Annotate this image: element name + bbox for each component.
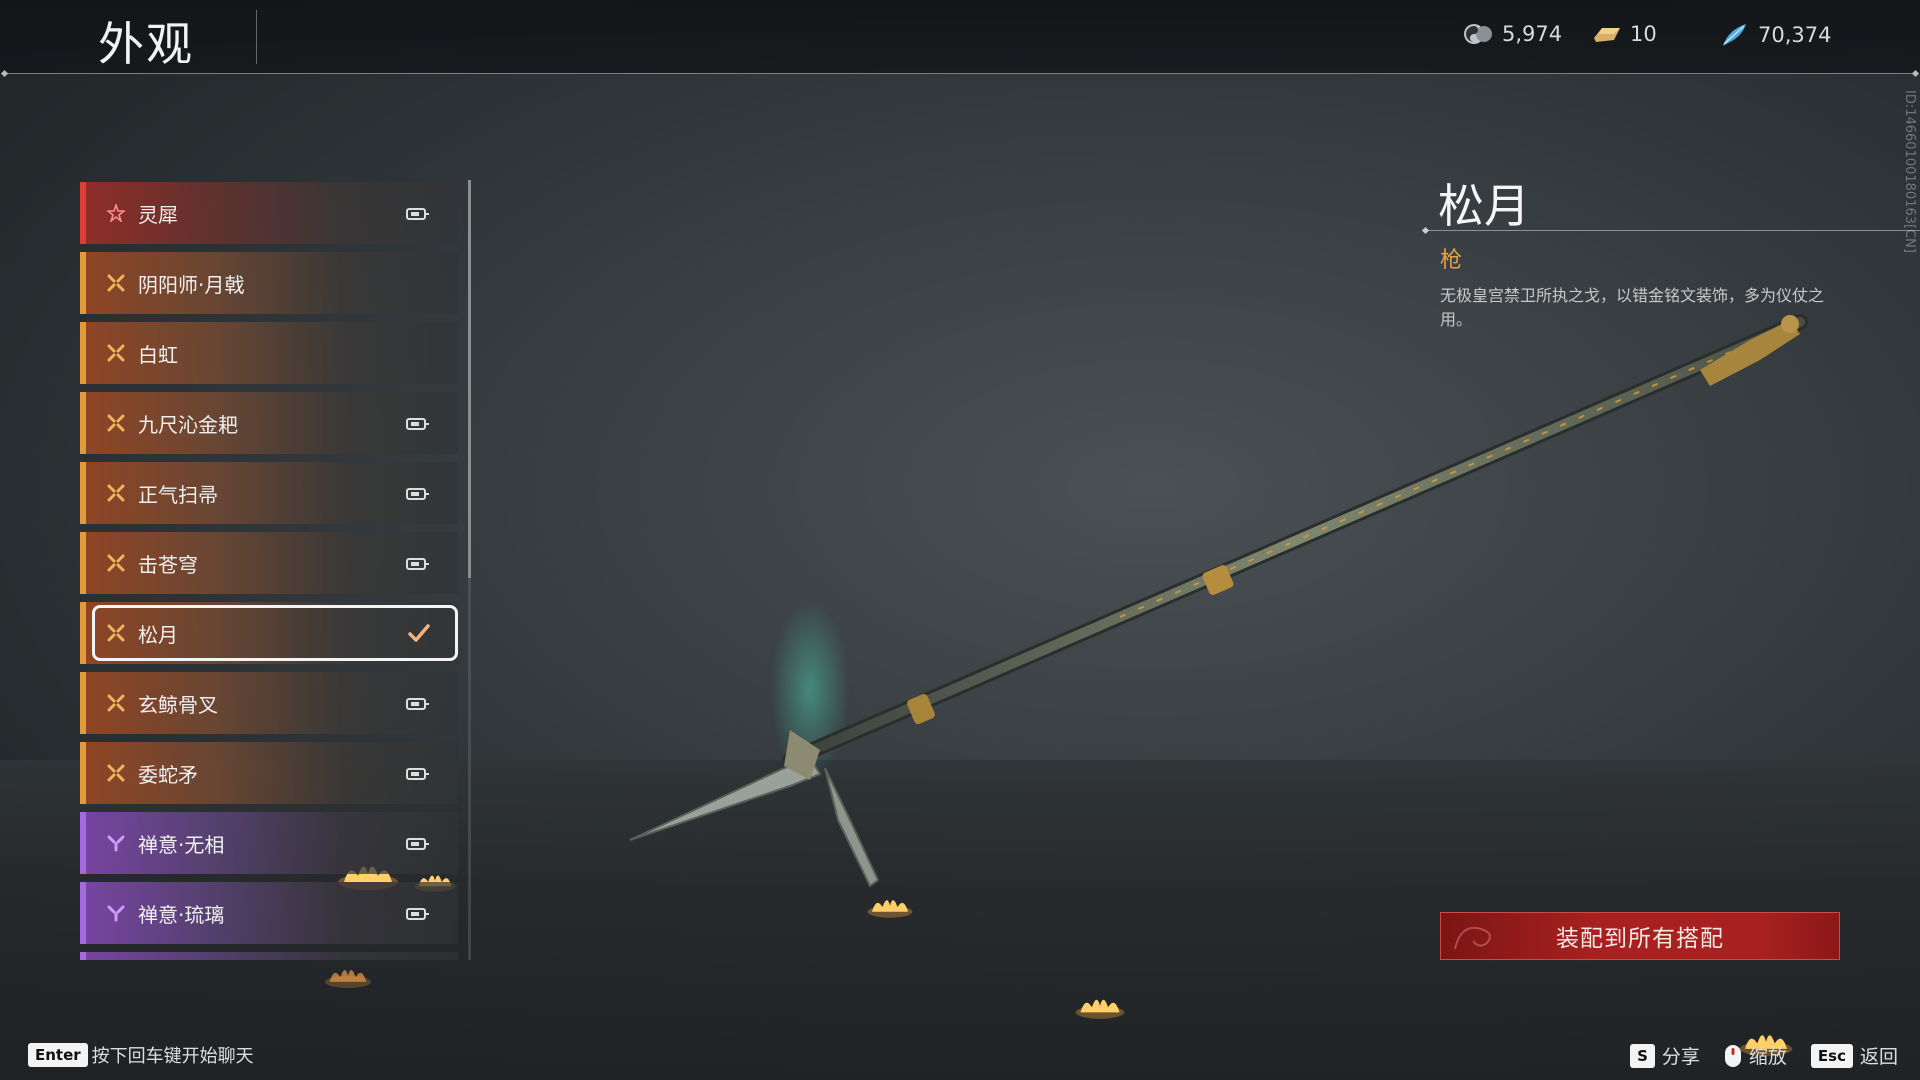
list-item-label: 九尺沁金耙 — [138, 412, 238, 437]
gold-ingot-icon — [1594, 28, 1620, 42]
weapon-type: 枪 — [1440, 248, 1463, 273]
list-item[interactable]: 阴阳师·月戟 — [80, 252, 458, 314]
rarity-purple-icon — [106, 833, 126, 853]
rarity-edge — [80, 952, 86, 960]
page-title: 外观 — [98, 17, 194, 71]
rarity-gold-icon — [106, 553, 126, 573]
header-divider — [6, 73, 1914, 74]
rarity-gold-icon — [106, 413, 126, 433]
chat-hint[interactable]: Enter 按下回车键开始聊天 — [28, 1042, 254, 1068]
checkmark-icon — [408, 624, 430, 642]
chat-hint-text: 按下回车键开始聊天 — [91, 1046, 254, 1067]
weapon-preview — [629, 314, 1808, 888]
rarity-edge — [80, 182, 86, 244]
currency-value: 70,374 — [1758, 23, 1832, 47]
rarity-edge — [80, 532, 86, 594]
currency-gold: 10 — [1592, 22, 1657, 46]
share-control[interactable]: S 分享 — [1630, 1042, 1700, 1069]
list-item-label: 正气扫帚 — [138, 482, 218, 507]
equip-all-loadouts-button[interactable]: 装配到所有搭配 — [1440, 912, 1840, 960]
lock-icon — [406, 418, 429, 430]
rarity-edge — [80, 462, 86, 524]
list-item[interactable]: 灵犀 — [80, 182, 458, 244]
rarity-purple-icon — [106, 903, 126, 923]
lotus-lantern-icon — [867, 900, 913, 918]
list-item-label: 击苍穹 — [138, 552, 198, 577]
list-item[interactable]: 禅意·琉璃 — [80, 882, 458, 944]
rarity-gold-icon — [106, 763, 126, 783]
yin-yang-coin-icon — [1464, 24, 1492, 44]
zoom-control[interactable]: 缩放 — [1724, 1042, 1787, 1069]
lock-icon — [406, 558, 429, 570]
rarity-gold-icon — [106, 483, 126, 503]
list-item[interactable]: 九尺沁金耙 — [80, 392, 458, 454]
list-item-selected[interactable]: 松月 — [80, 602, 458, 664]
lotus-lantern-icon — [1075, 999, 1125, 1019]
rarity-gold-icon — [106, 693, 126, 713]
equip-button-label: 装配到所有搭配 — [1556, 926, 1724, 952]
rarity-star-icon — [106, 203, 126, 223]
esc-key: Esc — [1810, 1043, 1853, 1068]
list-item-label: 白虹 — [138, 342, 178, 367]
rarity-edge — [80, 602, 86, 664]
list-item[interactable]: 禅意·无相 — [80, 812, 458, 874]
detail-divider — [1426, 230, 1920, 231]
enter-key: Enter — [28, 1043, 88, 1067]
currency-value: 5,974 — [1502, 22, 1563, 46]
item-id: ID:1466010018016­3[CN] — [1902, 90, 1917, 253]
blue-feather-icon — [1723, 24, 1746, 46]
lock-icon — [406, 768, 429, 780]
list-item-label: 禅意·无相 — [138, 832, 225, 857]
list-item-partial[interactable] — [80, 952, 458, 960]
rarity-gold-icon — [106, 343, 126, 363]
list-item-label: 阴阳师·月戟 — [138, 272, 245, 297]
list-item[interactable]: 白虹 — [80, 322, 458, 384]
list-item-label: 禅意·琉璃 — [138, 902, 225, 927]
lotus-lantern-icon — [325, 970, 371, 988]
rarity-gold-icon — [106, 273, 126, 293]
rarity-edge — [80, 672, 86, 734]
title-divider — [256, 10, 257, 64]
rarity-edge — [80, 882, 86, 944]
skin-list: 灵犀 阴阳师·月戟 白虹 九尺沁金耙 正气扫帚 击苍穹 松月 玄鲸骨叉 委蛇矛 … — [80, 180, 472, 960]
skin-name: 松月 — [1438, 179, 1530, 233]
list-item[interactable]: 玄鲸骨叉 — [80, 672, 458, 734]
lock-icon — [406, 908, 429, 920]
list-item-label: 灵犀 — [138, 202, 178, 227]
lock-icon — [406, 838, 429, 850]
mouse-icon — [1724, 1044, 1741, 1067]
rarity-edge — [80, 742, 86, 804]
s-key: S — [1630, 1043, 1655, 1068]
list-item-label: 委蛇矛 — [138, 762, 198, 787]
list-item-label: 玄鲸骨叉 — [138, 692, 218, 717]
currency-feather: 70,374 — [1720, 22, 1831, 48]
back-label: 返回 — [1859, 1046, 1898, 1068]
rarity-edge — [80, 322, 86, 384]
bottom-controls: S 分享 缩放 Esc 返回 — [1630, 1042, 1898, 1069]
list-item[interactable]: 击苍穹 — [80, 532, 458, 594]
zoom-label: 缩放 — [1748, 1046, 1787, 1068]
list-item[interactable]: 正气扫帚 — [80, 462, 458, 524]
share-label: 分享 — [1661, 1046, 1700, 1068]
currency-value: 10 — [1630, 22, 1657, 46]
rarity-edge — [80, 812, 86, 874]
lock-icon — [406, 488, 429, 500]
selection-frame — [92, 605, 458, 661]
cloud-pattern-icon — [1454, 927, 1491, 950]
rarity-edge — [80, 252, 86, 314]
back-control[interactable]: Esc 返回 — [1810, 1042, 1898, 1069]
list-item[interactable]: 委蛇矛 — [80, 742, 458, 804]
rarity-edge — [80, 392, 86, 454]
skin-description: 无极皇宫禁卫所执之戈，以错金铭文装饰，多为仪仗之用。 — [1440, 286, 1825, 329]
top-bar: 外观 5,974 10 70,374 — [0, 0, 1920, 74]
lock-icon — [406, 208, 429, 220]
currency-yin-yang: 5,974 — [1462, 22, 1562, 46]
lock-icon — [406, 698, 429, 710]
